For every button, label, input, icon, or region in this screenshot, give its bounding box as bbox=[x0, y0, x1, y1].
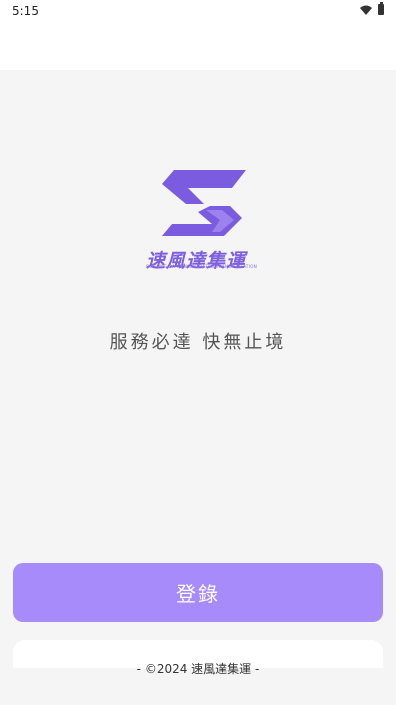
status-time: 5:15 bbox=[12, 4, 39, 18]
s-arrow-logo-icon bbox=[162, 170, 246, 236]
wifi-icon bbox=[360, 5, 372, 15]
logo-company-subtitle: SU FONG DA CONCENTRATED TRANSPORTATION bbox=[146, 265, 258, 270]
app-bar bbox=[0, 24, 396, 70]
footer-copyright: - ©2024 速風達集運 - bbox=[136, 662, 260, 676]
battery-icon bbox=[378, 2, 384, 15]
status-icons bbox=[360, 2, 384, 15]
login-button[interactable]: 登錄 bbox=[13, 563, 383, 622]
slogan: 服務必達 快無止境 bbox=[109, 332, 287, 353]
status-bar: 5:15 bbox=[0, 0, 396, 24]
